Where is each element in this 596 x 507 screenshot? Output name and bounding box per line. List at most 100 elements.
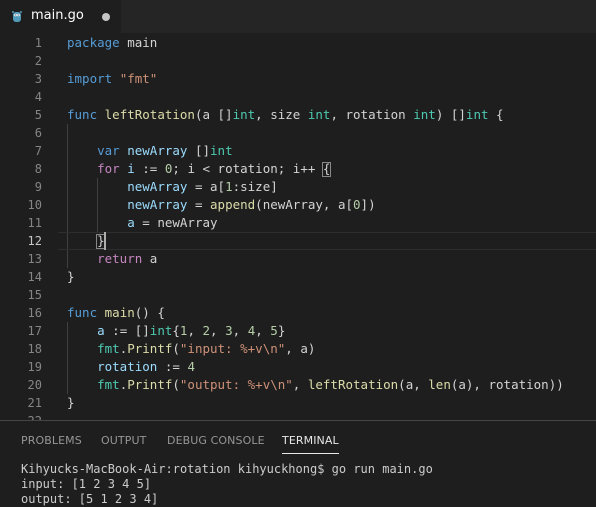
- code-text: rotation := 4: [67, 358, 195, 376]
- code-token: 2: [202, 323, 211, 338]
- code-token: rotation: [97, 359, 158, 374]
- code-text: fmt.Printf("input: %+v\n", a): [67, 340, 315, 358]
- tab-debug-console[interactable]: DEBUG CONSOLE: [167, 434, 265, 447]
- code-token: return: [97, 251, 143, 266]
- code-token: ,: [292, 377, 308, 392]
- line-number: 20: [27, 378, 42, 392]
- code-token: Printf: [127, 377, 173, 392]
- line-number: 16: [27, 306, 42, 320]
- code-token: int: [307, 107, 331, 122]
- code-text: func main() {: [67, 304, 165, 322]
- code-token: package: [67, 35, 120, 50]
- line-number: 19: [27, 360, 42, 374]
- code-token: }: [277, 323, 286, 338]
- code-line[interactable]: 17 a := []int{1, 2, 3, 4, 5}: [0, 322, 596, 340]
- tab-problems[interactable]: PROBLEMS: [21, 434, 82, 447]
- code-token: fmt: [97, 377, 120, 392]
- line-number: 1: [34, 36, 42, 50]
- code-token: "output: %+v\n": [179, 377, 293, 392]
- code-line[interactable]: 22: [0, 412, 596, 420]
- code-token: len: [428, 377, 451, 392]
- code-line[interactable]: 21}: [0, 394, 596, 412]
- tab-main-go[interactable]: main.go: [0, 0, 121, 33]
- code-token: 4: [187, 359, 195, 374]
- code-token: := []: [104, 323, 150, 338]
- code-token: int: [413, 107, 436, 122]
- code-token: = a[: [187, 179, 226, 194]
- code-line[interactable]: 2: [0, 52, 596, 70]
- code-token: Printf: [127, 341, 173, 356]
- code-text: newArray = append(newArray, a[0]): [67, 196, 375, 214]
- code-line[interactable]: 9 newArray = a[1:size]: [0, 178, 596, 196]
- line-number: 18: [27, 342, 42, 356]
- code-token: () {: [134, 305, 165, 320]
- code-line[interactable]: 10 newArray = append(newArray, a[0]): [0, 196, 596, 214]
- code-line[interactable]: 5 func leftRotation(a []int, size int, ro…: [0, 106, 596, 124]
- line-number: 15: [27, 288, 42, 302]
- line-number: 22: [0, 412, 42, 420]
- code-token: int: [465, 107, 489, 122]
- line-number: 11: [27, 216, 42, 230]
- line-number: 8: [34, 162, 42, 176]
- code-line[interactable]: 15: [0, 286, 596, 304]
- line-number: 7: [34, 144, 42, 158]
- line-number: 21: [27, 396, 42, 410]
- code-line[interactable]: 14}: [0, 268, 596, 286]
- code-token: :=: [157, 359, 188, 374]
- tab-terminal[interactable]: TERMINAL: [282, 434, 339, 454]
- code-line[interactable]: 7 var newArray []int: [0, 142, 596, 160]
- code-token: main: [104, 305, 135, 320]
- code-token: , a): [285, 341, 316, 356]
- code-line[interactable]: 19 rotation := 4: [0, 358, 596, 376]
- code-line[interactable]: 3 import "fmt": [0, 70, 596, 88]
- code-token: 0: [353, 197, 361, 212]
- code-text: }: [67, 394, 75, 412]
- line-number: 13: [27, 252, 42, 266]
- code-token: fmt: [97, 341, 120, 356]
- code-line[interactable]: 18 fmt.Printf("input: %+v\n", a): [0, 340, 596, 358]
- code-text: fmt.Printf("output: %+v\n", leftRotation…: [67, 376, 564, 394]
- unsaved-dot-icon[interactable]: [102, 13, 110, 21]
- code-text: return a: [67, 250, 157, 268]
- code-line[interactable]: 6: [0, 124, 596, 142]
- code-text: func leftRotation(a []int, size int, rot…: [67, 106, 504, 124]
- code-token: newArray: [127, 143, 188, 158]
- code-token: 1: [225, 179, 233, 194]
- code-token: }: [67, 395, 75, 410]
- code-line[interactable]: 8 for i := 0; i < rotation; i++ {: [0, 160, 596, 178]
- line-number: 6: [34, 126, 42, 140]
- line-number: 10: [27, 198, 42, 212]
- line-number: 9: [34, 180, 42, 194]
- code-token: }: [67, 269, 75, 284]
- code-line[interactable]: 1 package main: [0, 34, 596, 52]
- code-line[interactable]: 20 fmt.Printf("output: %+v\n", leftRotat…: [0, 376, 596, 394]
- code-token: ,: [187, 323, 203, 338]
- code-token: var: [97, 143, 120, 158]
- code-token: append: [210, 197, 256, 212]
- line-number: 4: [34, 90, 42, 104]
- tab-output[interactable]: OUTPUT: [101, 434, 146, 447]
- code-line[interactable]: 12 }: [0, 232, 596, 250]
- code-token: 3: [225, 323, 233, 338]
- line-number: 17: [27, 324, 42, 338]
- code-line[interactable]: 16 func main() {: [0, 304, 596, 322]
- code-token: a: [97, 323, 105, 338]
- code-token: ; i < rotation; i++ {: [172, 161, 331, 176]
- code-line[interactable]: 13 return a: [0, 250, 596, 268]
- go-file-icon: [12, 11, 22, 22]
- code-token: {: [488, 107, 504, 122]
- code-line[interactable]: 11 a = newArray: [0, 214, 596, 232]
- code-token: , rotation: [330, 107, 414, 122]
- code-editor[interactable]: 1 package main 2 3 import "fmt" 4 5 func leftRo…: [0, 33, 596, 420]
- code-token: int: [232, 107, 256, 122]
- code-token: {: [172, 323, 180, 338]
- code-token: import: [67, 71, 113, 86]
- code-token: (: [172, 341, 180, 356]
- bottom-panel: PROBLEMS OUTPUT DEBUG CONSOLE TERMINAL Kihy…: [0, 420, 596, 506]
- bracket-match-highlight: [321, 162, 331, 177]
- code-line[interactable]: 4: [0, 88, 596, 106]
- code-token: newArray: [127, 179, 188, 194]
